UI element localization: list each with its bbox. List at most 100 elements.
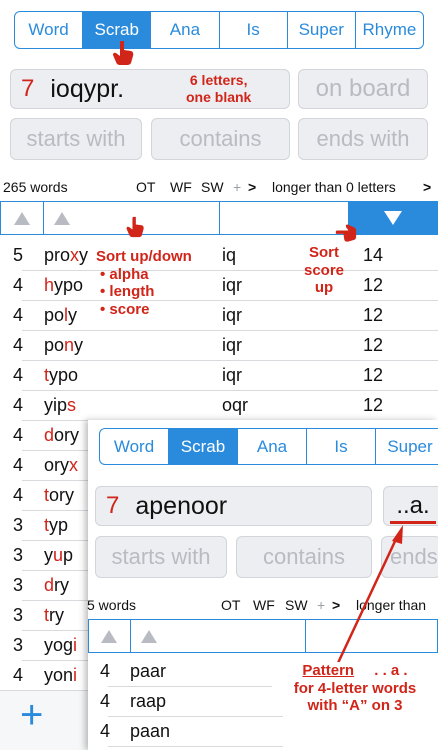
row-points: 12 [363, 304, 384, 325]
inset-wf-toggle[interactable]: WF [253, 597, 275, 613]
row-score: 3 [13, 544, 24, 565]
chevron-right-icon[interactable]: > [248, 179, 256, 195]
inset-table-row[interactable]: 4 paan [88, 716, 438, 746]
row-word: tory [44, 485, 74, 506]
tab-ana[interactable]: Ana [151, 12, 220, 48]
inset-tab-ana[interactable]: Ana [238, 429, 307, 464]
row-word-pre: po [44, 334, 65, 355]
inset-row-word: paan [130, 720, 171, 741]
sort-note-item: • score [100, 301, 150, 319]
sort-up-icon [53, 211, 70, 225]
inset-tab-is[interactable]: Is [307, 429, 376, 464]
row-score: 4 [13, 664, 24, 685]
row-word-blank: u [53, 544, 64, 565]
inset-rack-input[interactable]: 7 apenoor [95, 486, 372, 526]
row-word-blank: i [73, 634, 78, 655]
row-leave: iqr [222, 304, 243, 325]
inset-row-word: paar [130, 660, 167, 681]
row-word-blank: h [44, 274, 55, 295]
table-row[interactable]: 5 proxy iq 14 [0, 240, 438, 270]
pattern-note: Pattern . . a . for 4-letter words with … [272, 662, 438, 716]
row-word: yup [44, 545, 73, 566]
sort-header [0, 201, 438, 235]
inset-starts-with-field[interactable]: starts with [95, 536, 227, 578]
status-bar: 265 words OT WF SW + > longer than 0 let… [0, 178, 438, 196]
sort-score-col[interactable] [1, 202, 44, 234]
row-score: 4 [13, 424, 24, 445]
row-word-blank: x [70, 244, 80, 265]
contains-field[interactable]: contains [151, 118, 290, 160]
table-row[interactable]: 4 poly iqr 12 [0, 300, 438, 330]
row-word: yoni [44, 665, 77, 686]
row-word-blank: d [44, 574, 55, 595]
row-score: 3 [13, 634, 24, 655]
table-row[interactable]: 4 pony iqr 12 [0, 330, 438, 360]
inset-row-word: raap [130, 690, 167, 711]
table-row[interactable]: 4 typo iqr 12 [0, 360, 438, 390]
row-score: 4 [13, 304, 24, 325]
chevron-right-icon[interactable]: > [423, 179, 431, 195]
tab-word[interactable]: Word [15, 12, 84, 48]
row-word: yips [44, 395, 76, 416]
score-note-line: Sort [309, 244, 340, 261]
sort-points-col[interactable] [349, 202, 437, 234]
table-row[interactable]: 4 hypo iqr 12 [0, 270, 438, 300]
plus-toggle[interactable]: + [233, 179, 241, 195]
row-leave: iqr [222, 274, 243, 295]
row-word-blank: i [73, 664, 78, 685]
inset-tab-super[interactable]: Super [376, 429, 438, 464]
row-word: oryx [44, 455, 78, 476]
word-count: 265 words [3, 179, 68, 195]
row-word-post: y [68, 304, 78, 325]
row-word-blank: s [67, 394, 77, 415]
row-score: 4 [13, 274, 24, 295]
row-word-post: ry [49, 604, 65, 625]
inset-rack-letters: apenoor [135, 491, 228, 520]
sort-up-icon [13, 211, 30, 225]
row-leave: iqr [222, 334, 243, 355]
row-word: proxy [44, 245, 88, 266]
row-score: 3 [13, 514, 24, 535]
wf-toggle[interactable]: WF [170, 179, 192, 195]
starts-with-field[interactable]: starts with [10, 118, 142, 160]
on-board-button[interactable]: on board [298, 69, 428, 109]
inset-sort-score-col[interactable] [89, 620, 131, 652]
row-points: 12 [363, 364, 384, 385]
tab-rhyme[interactable]: Rhyme [356, 12, 423, 48]
row-word-post: y [74, 334, 84, 355]
rack-note-line: 6 letters, [189, 72, 248, 88]
length-filter[interactable]: longer than 0 letters [272, 179, 396, 195]
tab-is[interactable]: Is [220, 12, 288, 48]
row-word-pre: yog [44, 634, 74, 655]
sw-toggle[interactable]: SW [201, 179, 224, 195]
row-word-blank: x [69, 454, 79, 475]
table-row[interactable]: 4 yips oqr 12 [0, 390, 438, 420]
row-word-pre: y [44, 544, 53, 565]
row-word-pre: pro [44, 244, 71, 265]
inset-pattern-field[interactable]: ..a. [383, 486, 438, 526]
inset-sort-word-col[interactable] [131, 620, 306, 652]
ot-toggle[interactable]: OT [136, 179, 155, 195]
add-button[interactable]: + [20, 695, 43, 735]
ends-with-field[interactable]: ends with [298, 118, 428, 160]
sort-down-icon [384, 211, 403, 225]
sort-note-item: • alpha [100, 265, 149, 283]
inset-rack-count: 7 [106, 492, 120, 519]
sort-up-icon [140, 629, 157, 643]
row-word-blank: n [64, 334, 75, 355]
sort-leave-col[interactable] [220, 202, 350, 234]
inset-row-score: 4 [100, 690, 111, 711]
inset-tab-word[interactable]: Word [100, 429, 169, 464]
tab-super[interactable]: Super [288, 12, 356, 48]
pointing-hand-icon [126, 216, 144, 238]
row-score: 3 [13, 604, 24, 625]
row-word-post: ory [49, 484, 75, 505]
inset-tab-scrab[interactable]: Scrab [169, 429, 238, 464]
row-word-post: y [79, 244, 89, 265]
row-score: 4 [13, 394, 24, 415]
row-word-post: ry [54, 574, 70, 595]
row-score: 3 [13, 574, 24, 595]
inset-ot-toggle[interactable]: OT [221, 597, 240, 613]
row-word: pony [44, 335, 83, 356]
rack-letters: ioqypr. [50, 74, 125, 103]
